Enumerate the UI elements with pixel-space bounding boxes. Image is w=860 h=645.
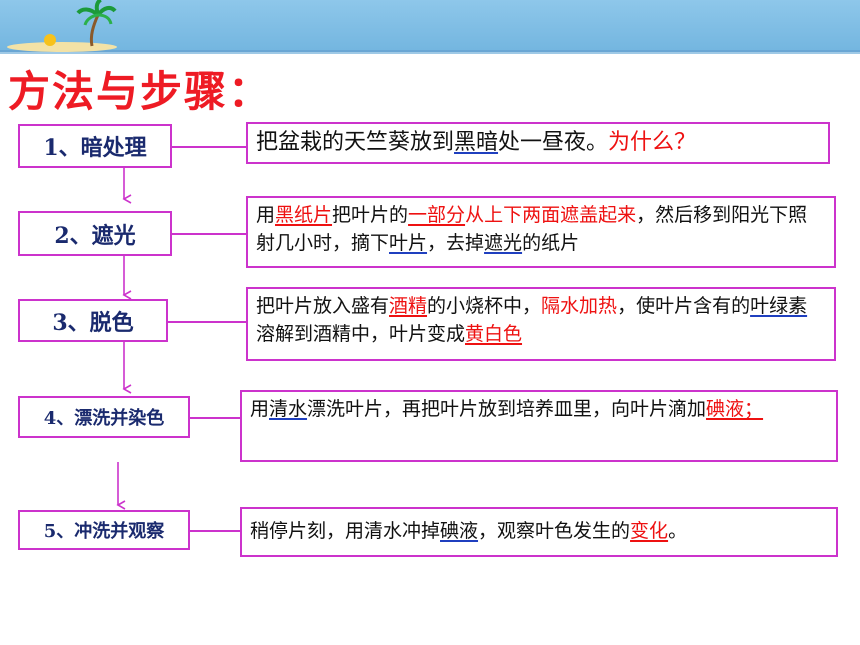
page-title: 方法与步骤： [8, 67, 273, 116]
step-2-label: 2、遮光 [54, 222, 136, 249]
desc-3-keyword-chlorophyll: 叶绿素 [750, 295, 808, 317]
desc-4-text: 用 [250, 398, 270, 420]
desc-1-text: 把盆栽的天竺葵放到 [256, 130, 455, 155]
desc-3-keyword-heat: 隔水加热 [541, 295, 618, 317]
step-2-description: 用黑纸片把叶片的一部分从上下两面遮盖起来，然后移到阳光下照射几小时，摘下叶片，去… [246, 196, 836, 268]
palm-island-icon [7, 0, 117, 52]
step-3-box: 3、脱色 [18, 299, 168, 342]
step-4-description: 用清水漂洗叶片，再把叶片放到培养皿里，向叶片滴加碘液； [240, 390, 838, 462]
desc-1-text-2: 处一昼夜。 [498, 130, 609, 155]
desc-2-keyword-paper: 黑纸片 [275, 204, 333, 226]
step-4-label: 4、漂洗并染色 [43, 408, 165, 429]
desc-4-keyword-iodine: 碘液； [706, 398, 764, 420]
desc-2-text-4: ，去掉 [427, 231, 485, 254]
step-5-description: 稍停片刻，用清水冲掉碘液，观察叶色发生的变化。 [240, 507, 838, 557]
desc-2-keyword-part: 一部分 [408, 204, 466, 226]
step-1-description: 把盆栽的天竺葵放到黑暗处一昼夜。为什么？ [246, 122, 830, 164]
desc-1-keyword-dark: 黑暗 [454, 130, 499, 155]
desc-4-text-2: 漂洗叶片，再把叶片放到培养皿里，向叶片滴加 [307, 398, 707, 420]
desc-2-keyword-leaf: 叶片 [389, 231, 428, 254]
desc-2-keyword-cover: 从上下两面遮盖起来 [465, 204, 637, 226]
banner-divider [0, 52, 860, 54]
desc-2-text-2: 把叶片的 [332, 204, 409, 226]
desc-5-text: 稍停片刻，用清水冲掉 [250, 520, 441, 542]
step-4-box: 4、漂洗并染色 [18, 396, 190, 438]
step-3-label: 3、脱色 [52, 309, 134, 336]
step-1-box: 1、暗处理 [18, 124, 172, 168]
desc-5-keyword-change: 变化 [630, 520, 669, 542]
desc-3-text-2: 的小烧杯中， [427, 295, 542, 317]
desc-3-text-4: 溶解到酒精中，叶片变成 [256, 322, 466, 345]
desc-1-question: 为什么？ [608, 130, 697, 155]
step-5-box: 5、冲洗并观察 [18, 510, 190, 550]
step-1-label: 1、暗处理 [43, 135, 147, 161]
step-5-label: 5、冲洗并观察 [43, 521, 165, 542]
step-2-box: 2、遮光 [18, 211, 172, 256]
connector-3 [168, 321, 246, 323]
connector-1 [172, 146, 248, 148]
desc-2-text: 用 [256, 204, 276, 226]
desc-3-keyword-alcohol: 酒精 [389, 295, 428, 317]
desc-3-keyword-color: 黄白色 [465, 322, 523, 345]
connector-5 [190, 530, 242, 532]
connector-4 [190, 417, 242, 419]
desc-2-text-5: 的纸片 [522, 231, 580, 254]
desc-4-keyword-water: 清水 [269, 398, 308, 420]
connector-2 [172, 233, 248, 235]
desc-3-text-3: ，使叶片含有的 [617, 295, 751, 317]
desc-2-keyword-shade: 遮光 [484, 231, 523, 254]
desc-5-keyword-iodine: 碘液 [440, 520, 479, 542]
desc-3-text: 把叶片放入盛有 [256, 295, 390, 317]
desc-5-text-2: ，观察叶色发生的 [478, 520, 631, 542]
step-3-description: 把叶片放入盛有酒精的小烧杯中，隔水加热，使叶片含有的叶绿素溶解到酒精中，叶片变成… [246, 287, 836, 361]
desc-5-text-3: 。 [668, 520, 688, 542]
